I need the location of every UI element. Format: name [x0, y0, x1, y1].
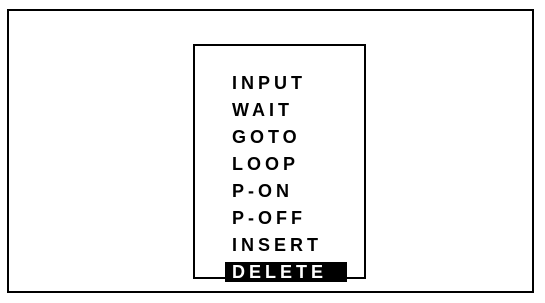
- menu-item-p-on[interactable]: P-ON: [232, 178, 347, 205]
- menu-item-delete-selected[interactable]: DELETE: [225, 262, 347, 282]
- screen-frame: INPUT WAIT GOTO LOOP P-ON P-OFF INSERT D…: [7, 9, 534, 293]
- command-menu-list: INPUT WAIT GOTO LOOP P-ON P-OFF INSERT D…: [225, 70, 347, 282]
- menu-item-p-off[interactable]: P-OFF: [232, 205, 347, 232]
- menu-item-loop[interactable]: LOOP: [232, 151, 347, 178]
- menu-item-wait[interactable]: WAIT: [232, 97, 347, 124]
- menu-item-input[interactable]: INPUT: [232, 70, 347, 97]
- menu-item-insert[interactable]: INSERT: [232, 232, 347, 259]
- command-menu: INPUT WAIT GOTO LOOP P-ON P-OFF INSERT D…: [193, 44, 366, 282]
- menu-item-goto[interactable]: GOTO: [232, 124, 347, 151]
